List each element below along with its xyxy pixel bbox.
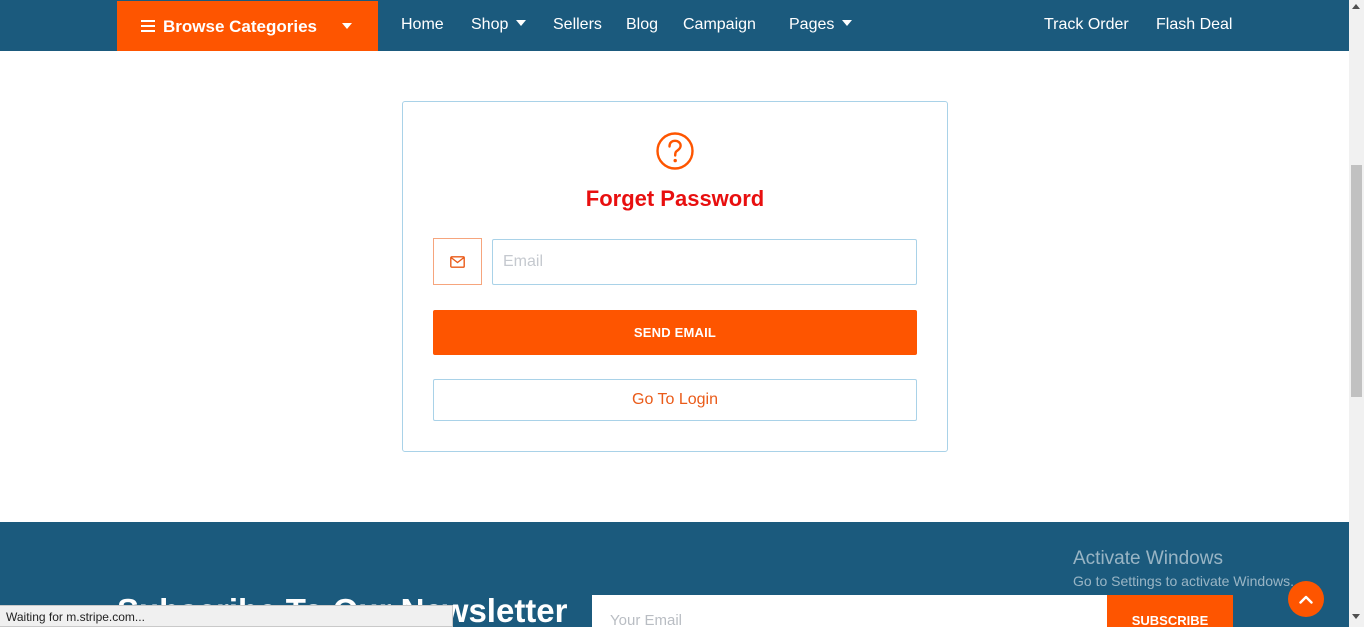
hamburger-menu-icon bbox=[141, 20, 155, 32]
page-title: Forget Password bbox=[585, 186, 765, 211]
top-navigation-bar: Browse Categories Home Shop Sellers Blog… bbox=[0, 0, 1349, 51]
scroll-to-top-button[interactable] bbox=[1288, 581, 1324, 617]
browse-categories-label: Browse Categories bbox=[163, 17, 317, 36]
watermark-title: Activate Windows bbox=[1073, 548, 1223, 569]
watermark-subtitle: Go to Settings to activate Windows. bbox=[1073, 573, 1294, 589]
caret-down-icon bbox=[842, 20, 853, 26]
scroll-up-arrow-icon[interactable] bbox=[1352, 4, 1360, 9]
chevron-up-icon bbox=[1299, 595, 1313, 604]
nav-link-shop[interactable]: Shop bbox=[471, 16, 527, 34]
nav-link-track-order[interactable]: Track Order bbox=[1044, 16, 1129, 34]
browse-categories-button[interactable]: Browse Categories bbox=[117, 1, 378, 51]
nav-link-campaign[interactable]: Campaign bbox=[683, 16, 756, 34]
subscribe-button[interactable]: SUBSCRIBE bbox=[1107, 595, 1233, 627]
email-icon-box bbox=[433, 238, 482, 285]
send-email-button[interactable]: SEND EMAIL bbox=[433, 310, 917, 355]
scrollbar-thumb[interactable] bbox=[1351, 165, 1362, 397]
activate-windows-watermark: Activate Windows Go to Settings to activ… bbox=[1073, 548, 1294, 589]
nav-link-pages[interactable]: Pages bbox=[789, 16, 853, 34]
caret-down-icon bbox=[516, 20, 527, 26]
forget-password-card: Forget Password SEND EMAIL Go To Login bbox=[402, 101, 948, 452]
browser-status-bar: Waiting for m.stripe.com... bbox=[0, 605, 453, 627]
caret-down-icon bbox=[342, 23, 352, 29]
scroll-down-arrow-icon[interactable] bbox=[1352, 614, 1360, 619]
go-to-login-button[interactable]: Go To Login bbox=[433, 379, 917, 421]
email-field[interactable] bbox=[492, 239, 917, 285]
nav-link-flash-deal[interactable]: Flash Deal bbox=[1156, 16, 1232, 34]
nav-link-home[interactable]: Home bbox=[401, 16, 444, 34]
question-circle-icon bbox=[656, 132, 694, 170]
page: Browse Categories Home Shop Sellers Blog… bbox=[0, 0, 1364, 627]
nav-link-blog[interactable]: Blog bbox=[626, 16, 658, 34]
nav-link-sellers[interactable]: Sellers bbox=[553, 16, 602, 34]
envelope-icon bbox=[450, 255, 465, 268]
newsletter-email-field[interactable] bbox=[592, 595, 1108, 627]
vertical-scrollbar[interactable] bbox=[1349, 0, 1364, 627]
